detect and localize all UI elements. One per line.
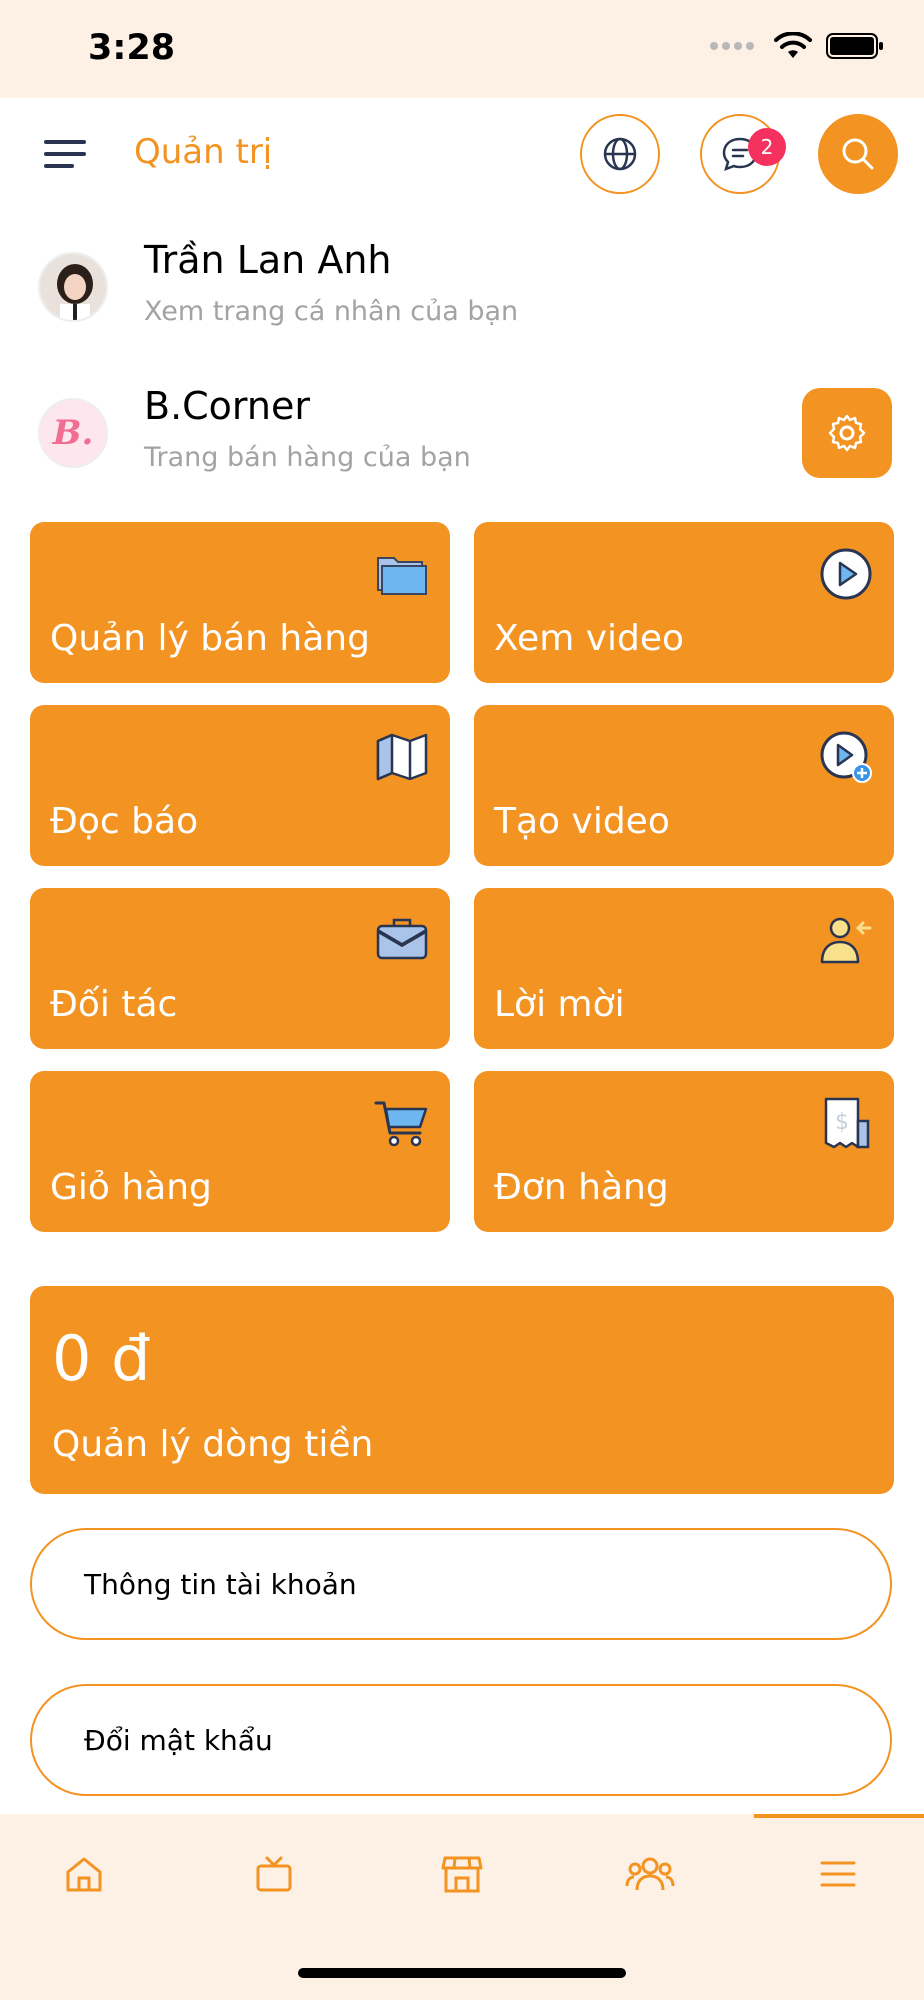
tile-read-news[interactable]: Đọc báo <box>30 705 450 866</box>
home-indicator <box>298 1968 626 1978</box>
menu-icon <box>820 1861 856 1887</box>
tv-icon <box>256 1856 292 1892</box>
tab-community[interactable] <box>620 1844 680 1904</box>
hamburger-menu-button[interactable] <box>44 134 92 174</box>
tile-label: Xem video <box>494 618 685 659</box>
cart-icon <box>374 1101 428 1147</box>
briefcase-icon <box>376 918 428 960</box>
wifi-icon <box>774 32 812 58</box>
map-icon <box>376 733 428 781</box>
shop-logo: B. <box>38 398 108 468</box>
hamburger-icon <box>44 140 86 168</box>
tile-invitations[interactable]: Lời mời <box>474 888 894 1049</box>
cashflow-card[interactable]: 0 đ Quản lý dòng tiền <box>30 1286 894 1494</box>
change-password-label: Đổi mật khẩu <box>84 1724 273 1757</box>
change-password-button[interactable]: Đổi mật khẩu <box>30 1684 892 1796</box>
battery-icon <box>826 33 883 59</box>
folder-icon <box>377 557 427 595</box>
store-icon <box>441 1856 483 1893</box>
search-button[interactable] <box>818 114 898 194</box>
tile-label: Đọc báo <box>50 801 199 842</box>
status-bar: 3:28 <box>0 0 924 98</box>
tile-cart[interactable]: Giỏ hàng <box>30 1071 450 1232</box>
play-circle-icon <box>820 548 872 600</box>
tile-sales-management[interactable]: Quản lý bán hàng <box>30 522 450 683</box>
tile-label: Lời mời <box>494 984 625 1025</box>
user-avatar <box>38 252 108 322</box>
receipt-icon: $ <box>824 1097 870 1149</box>
user-profile-row[interactable]: Trần Lan Anh Xem trang cá nhân của bạn <box>0 226 924 346</box>
globe-icon <box>603 137 637 171</box>
account-info-button[interactable]: Thông tin tài khoản <box>30 1528 892 1640</box>
account-info-label: Thông tin tài khoản <box>84 1568 357 1601</box>
feature-tiles-grid: Quản lý bán hàng Xem video Đọc báo Tạo v… <box>30 522 894 1232</box>
gear-icon <box>828 414 866 452</box>
signal-icon <box>710 42 754 50</box>
tab-store[interactable] <box>432 1844 492 1904</box>
tab-menu[interactable] <box>808 1844 868 1904</box>
page-title: Quản trị <box>134 132 273 172</box>
shop-settings-button[interactable] <box>802 388 892 478</box>
status-time: 3:28 <box>88 28 176 68</box>
tile-label: Đơn hàng <box>494 1167 669 1208</box>
tile-label: Đối tác <box>50 984 178 1025</box>
search-icon <box>842 138 874 170</box>
add-video-icon <box>820 731 872 783</box>
tile-partners[interactable]: Đối tác <box>30 888 450 1049</box>
top-app-bar: Quản trị 2 <box>0 98 924 210</box>
shop-name: B.Corner <box>144 384 310 428</box>
shop-profile-row[interactable]: B. B.Corner Trang bán hàng của bạn <box>0 372 924 492</box>
language-button[interactable] <box>580 114 660 194</box>
tile-label: Giỏ hàng <box>50 1167 212 1208</box>
status-icons <box>710 32 884 60</box>
tile-watch-video[interactable]: Xem video <box>474 522 894 683</box>
notification-badge: 2 <box>748 128 786 166</box>
messages-button[interactable]: 2 <box>700 114 786 194</box>
cashflow-label: Quản lý dòng tiền <box>52 1424 374 1465</box>
shop-logo-text: B. <box>52 413 94 453</box>
tile-label: Tạo video <box>494 801 670 842</box>
shop-subtitle: Trang bán hàng của bạn <box>144 442 471 473</box>
tile-orders[interactable]: $ Đơn hàng <box>474 1071 894 1232</box>
tab-tv[interactable] <box>244 1844 304 1904</box>
active-tab-indicator <box>754 1814 924 1818</box>
tab-home[interactable] <box>54 1844 114 1904</box>
svg-text:$: $ <box>835 1110 849 1135</box>
user-name: Trần Lan Anh <box>144 238 392 282</box>
people-icon <box>625 1857 675 1891</box>
user-subtitle: Xem trang cá nhân của bạn <box>144 296 519 327</box>
home-icon <box>66 1857 102 1892</box>
cashflow-amount: 0 đ <box>52 1322 151 1395</box>
tile-create-video[interactable]: Tạo video <box>474 705 894 866</box>
tile-label: Quản lý bán hàng <box>50 618 370 659</box>
invite-user-icon <box>820 917 872 964</box>
